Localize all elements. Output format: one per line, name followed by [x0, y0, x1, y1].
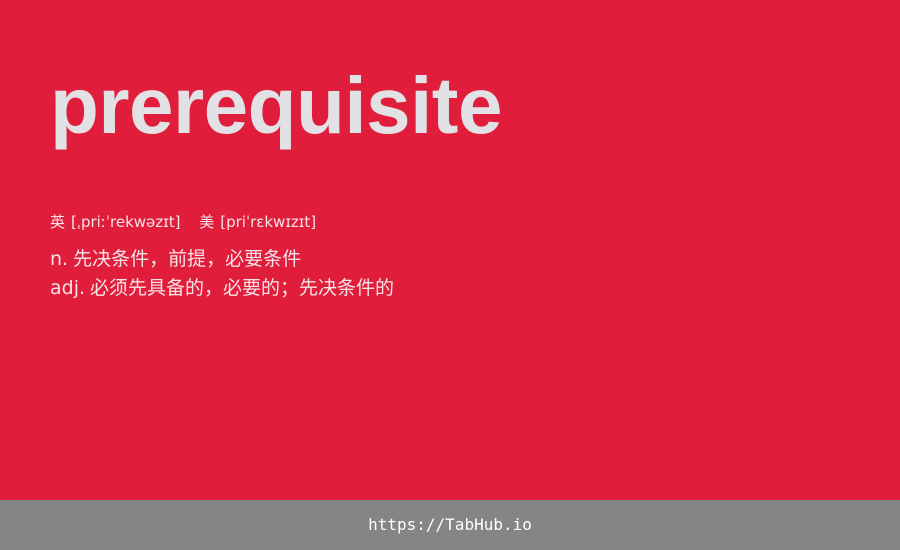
- word-title: prerequisite: [50, 61, 502, 150]
- phonetic-uk: 英 [ˌpriːˈrekwəzɪt]: [50, 212, 180, 232]
- part-of-speech: n.: [50, 248, 69, 270]
- footer-bar: https://TabHub.io: [0, 500, 900, 550]
- phonetic-uk-label: 英: [50, 213, 66, 231]
- definition-text: 先决条件，前提，必要条件: [73, 248, 302, 270]
- definition-text: 必须先具备的，必要的；先决条件的: [90, 277, 395, 299]
- definition-noun: n. 先决条件，前提，必要条件: [50, 245, 394, 274]
- word-card: prerequisite 英 [ˌpriːˈrekwəzɪt] 美 [priˈrɛk…: [0, 0, 900, 500]
- phonetic-us-label: 美: [199, 213, 215, 231]
- phonetics-row: 英 [ˌpriːˈrekwəzɪt] 美 [priˈrɛkwɪzɪt]: [50, 212, 316, 232]
- part-of-speech: adj.: [50, 277, 86, 299]
- definitions: n. 先决条件，前提，必要条件 adj. 必须先具备的，必要的；先决条件的: [50, 245, 394, 303]
- phonetic-us: 美 [priˈrɛkwɪzɪt]: [199, 212, 316, 232]
- phonetic-uk-ipa: [ˌpriːˈrekwəzɪt]: [71, 213, 181, 231]
- definition-adjective: adj. 必须先具备的，必要的；先决条件的: [50, 274, 394, 303]
- tabhub-link[interactable]: https://TabHub.io: [0, 500, 900, 550]
- phonetic-us-ipa: [priˈrɛkwɪzɪt]: [220, 213, 317, 231]
